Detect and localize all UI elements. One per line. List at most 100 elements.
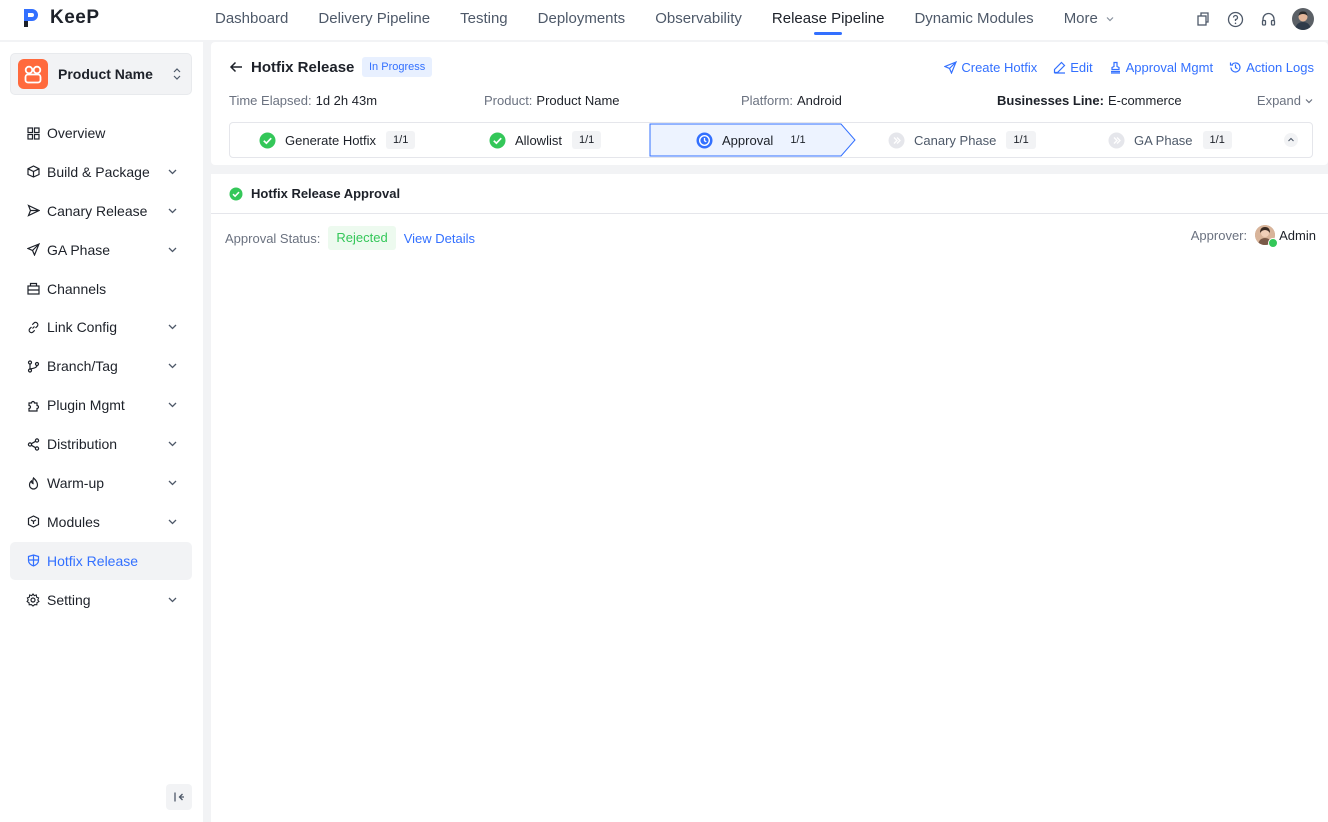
history-icon bbox=[1229, 62, 1241, 73]
sidebar-item-setting[interactable]: Setting bbox=[10, 581, 192, 619]
app-logo[interactable]: KeeP bbox=[22, 7, 100, 29]
sidebar-item-branch-tag[interactable]: Branch/Tag bbox=[10, 347, 192, 385]
meta-label: Time Elapsed: bbox=[229, 93, 312, 108]
sidebar-item-canary-release[interactable]: Canary Release bbox=[10, 192, 192, 230]
edit-button[interactable]: Edit bbox=[1053, 60, 1093, 75]
header-actions: Create Hotfix Edit Approval Mgmt Action … bbox=[944, 60, 1314, 75]
sidebar-item-plugin-mgmt[interactable]: Plugin Mgmt bbox=[10, 386, 192, 424]
approval-mgmt-button[interactable]: Approval Mgmt bbox=[1109, 60, 1213, 75]
step-count-badge: 1/1 bbox=[386, 131, 416, 149]
sidebar-item-label: Canary Release bbox=[47, 202, 148, 219]
nav-tab-observability[interactable]: Observability bbox=[640, 0, 757, 40]
sidebar-item-warm-up[interactable]: Warm-up bbox=[10, 464, 192, 502]
sidebar-item-label: Modules bbox=[47, 513, 100, 530]
meta-label: Product: bbox=[484, 93, 533, 108]
keep-logo-icon bbox=[24, 9, 38, 27]
approval-status-badge: Rejected bbox=[328, 226, 396, 250]
main-content: Hotfix Release In Progress Create Hotfix… bbox=[211, 42, 1328, 822]
step-ga-phase[interactable]: GA Phase 1/1 bbox=[1108, 123, 1232, 157]
meta-platform: Platform: Android bbox=[741, 93, 842, 108]
step-count-badge: 1/1 bbox=[790, 134, 806, 146]
top-icons bbox=[1193, 8, 1314, 30]
status-badge: In Progress bbox=[362, 57, 433, 77]
top-navbar: KeeP Dashboard Delivery Pipeline Testing… bbox=[0, 0, 1328, 40]
chevron-down-icon bbox=[1106, 17, 1114, 22]
sidebar-item-build-package[interactable]: Build & Package bbox=[10, 153, 192, 191]
meta-label: Businesses Line: bbox=[997, 93, 1104, 108]
nav-tab-deployments[interactable]: Deployments bbox=[523, 0, 641, 40]
meta-product: Product: Product Name bbox=[484, 93, 620, 108]
shield-icon bbox=[26, 554, 40, 568]
check-circle-icon bbox=[229, 187, 243, 200]
nav-tab-label: Observability bbox=[655, 10, 742, 27]
sidebar-item-label: Link Config bbox=[47, 319, 118, 336]
check-circle-icon bbox=[259, 132, 276, 148]
back-arrow-icon[interactable] bbox=[229, 60, 243, 74]
sidebar-item-label: Distribution bbox=[47, 436, 118, 453]
sidebar-item-channels[interactable]: Channels bbox=[10, 270, 192, 308]
sidebar-item-modules[interactable]: Modules bbox=[10, 503, 192, 541]
sidebar-item-label: Plugin Mgmt bbox=[47, 397, 125, 414]
puzzle-icon bbox=[26, 398, 40, 412]
nav-tab-label: Testing bbox=[460, 10, 508, 27]
nav-tab-dynamic-modules[interactable]: Dynamic Modules bbox=[899, 0, 1048, 40]
grid-icon bbox=[26, 126, 40, 140]
step-allowlist[interactable]: Allowlist 1/1 bbox=[489, 123, 602, 157]
nav-tab-testing[interactable]: Testing bbox=[445, 0, 523, 40]
create-hotfix-button[interactable]: Create Hotfix bbox=[944, 60, 1037, 75]
chevron-down-icon bbox=[168, 208, 177, 214]
sidebar-item-distribution[interactable]: Distribution bbox=[10, 425, 192, 463]
rocket-icon bbox=[26, 243, 40, 257]
nav-tab-more[interactable]: More bbox=[1049, 0, 1130, 40]
step-approval[interactable]: Approval 1/1 bbox=[696, 123, 813, 157]
product-name: Product Name bbox=[58, 66, 153, 82]
sidebar-item-label: Branch/Tag bbox=[47, 358, 118, 375]
step-label: GA Phase bbox=[1134, 132, 1193, 148]
approver-name: Admin bbox=[1279, 227, 1316, 243]
chevron-up-icon[interactable] bbox=[1284, 133, 1298, 147]
app-name: KeeP bbox=[50, 7, 100, 28]
headset-icon[interactable] bbox=[1259, 10, 1278, 29]
view-details-link[interactable]: View Details bbox=[404, 231, 475, 246]
approver-avatar bbox=[1255, 225, 1279, 248]
action-logs-label: Action Logs bbox=[1246, 60, 1314, 75]
sidebar-item-hotfix-release[interactable]: Hotfix Release bbox=[10, 541, 192, 580]
approval-status-row: Approval Status: Rejected View Details bbox=[225, 226, 475, 250]
main-nav-tabs: Dashboard Delivery Pipeline Testing Depl… bbox=[200, 0, 1130, 40]
product-selector[interactable]: Product Name bbox=[10, 53, 192, 95]
clock-circle-icon bbox=[696, 132, 713, 148]
approved-check-icon bbox=[1268, 238, 1279, 248]
nav-tab-release-pipeline[interactable]: Release Pipeline bbox=[757, 0, 900, 40]
step-label: Approval bbox=[722, 132, 774, 148]
package-icon bbox=[26, 165, 40, 179]
section-title: Hotfix Release Approval bbox=[251, 186, 401, 201]
nav-tab-label: Deployments bbox=[537, 10, 626, 27]
expand-toggle[interactable]: Expand bbox=[1257, 93, 1314, 108]
meta-time-elapsed: Time Elapsed: 1d 2h 43m bbox=[229, 93, 377, 108]
pending-circle-icon bbox=[888, 132, 905, 148]
sidebar-item-label: Warm-up bbox=[47, 475, 105, 492]
chevron-down-icon bbox=[168, 441, 177, 447]
collapse-sidebar-button[interactable] bbox=[166, 784, 192, 810]
share-icon bbox=[26, 437, 40, 451]
chevron-down-icon bbox=[168, 247, 177, 253]
nav-tab-delivery-pipeline[interactable]: Delivery Pipeline bbox=[303, 0, 445, 40]
action-logs-button[interactable]: Action Logs bbox=[1229, 60, 1314, 75]
user-avatar[interactable] bbox=[1292, 8, 1314, 30]
sidebar-item-link-config[interactable]: Link Config bbox=[10, 308, 192, 346]
pending-circle-icon bbox=[1108, 132, 1125, 148]
chevron-down-icon bbox=[168, 519, 177, 525]
sidebar-item-label: Build & Package bbox=[47, 163, 150, 180]
help-icon[interactable] bbox=[1226, 10, 1245, 29]
sidebar-item-ga-phase[interactable]: GA Phase bbox=[10, 231, 192, 269]
nav-tab-dashboard[interactable]: Dashboard bbox=[200, 0, 303, 40]
approval-mgmt-label: Approval Mgmt bbox=[1125, 60, 1214, 75]
channel-icon bbox=[26, 282, 40, 296]
sidebar-menu: Overview Build & Package Canary Release … bbox=[10, 114, 192, 620]
step-canary-phase[interactable]: Canary Phase 1/1 bbox=[888, 123, 1036, 157]
edit-icon bbox=[1054, 61, 1066, 74]
approver-label: Approver: bbox=[1190, 227, 1248, 243]
copy-icon[interactable] bbox=[1193, 10, 1212, 29]
sidebar-item-overview[interactable]: Overview bbox=[10, 114, 192, 152]
step-generate-hotfix[interactable]: Generate Hotfix 1/1 bbox=[259, 123, 416, 157]
